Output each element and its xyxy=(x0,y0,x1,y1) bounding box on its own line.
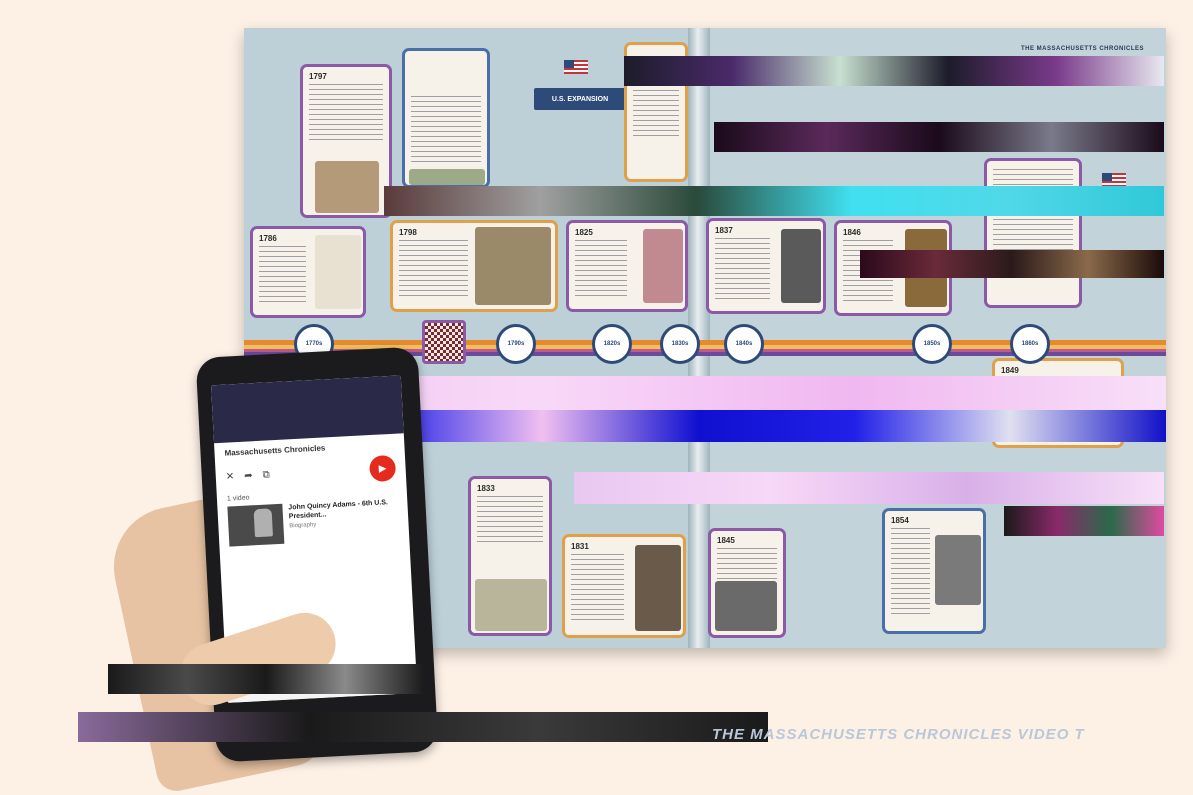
timeline-card xyxy=(984,158,1082,308)
video-list-item[interactable]: John Quincy Adams - 6th U.S. President..… xyxy=(227,498,399,547)
portrait-image xyxy=(315,161,379,213)
timeline-card: 1825 xyxy=(566,220,688,312)
timeline-card: 1854 xyxy=(882,508,986,634)
play-all-button[interactable]: ▶ xyxy=(368,454,397,483)
card-text xyxy=(891,528,930,618)
video-thumbnail[interactable] xyxy=(227,503,285,547)
timeline-node: 1790s xyxy=(496,324,536,364)
card-text xyxy=(715,238,771,300)
card-text xyxy=(259,246,307,304)
section-title: U.S. EXPANSION xyxy=(534,88,626,110)
timeline-card: 1845 xyxy=(708,528,786,638)
timeline-node: 1860s xyxy=(1010,324,1050,364)
landscape-image xyxy=(475,579,547,631)
play-icon: ▶ xyxy=(378,462,387,475)
timeline-card: 1797 xyxy=(300,64,392,218)
glitch-band xyxy=(1004,506,1164,536)
glitch-band xyxy=(714,122,1164,152)
card-text xyxy=(575,240,627,298)
painting-image xyxy=(643,229,683,303)
timeline-node: 1840s xyxy=(724,324,764,364)
portrait-image xyxy=(935,535,981,605)
qr-code-icon xyxy=(422,320,466,364)
timeline-card xyxy=(402,48,490,188)
glitch-band xyxy=(624,56,1164,86)
book-header: THE MASSACHUSETTS CHRONICLES xyxy=(1020,46,1144,52)
portrait-image xyxy=(781,229,821,303)
channel-name: Massachusetts Chronicles xyxy=(224,443,326,458)
timeline-card: 1798 xyxy=(390,220,558,312)
timeline-node: 1820s xyxy=(592,324,632,364)
card-year: 1854 xyxy=(891,516,909,525)
page-caption: THE MASSACHUSETTS CHRONICLES VIDEO T xyxy=(712,726,1085,743)
card-year: 1845 xyxy=(717,536,735,545)
portrait-image xyxy=(715,581,777,631)
card-text xyxy=(399,240,468,298)
video-meta: John Quincy Adams - 6th U.S. President..… xyxy=(288,498,399,544)
card-text xyxy=(477,496,543,546)
landscape-image xyxy=(409,169,485,185)
share-icon[interactable]: ➦ xyxy=(244,470,253,481)
timeline-node: 1830s xyxy=(660,324,700,364)
save-icon[interactable]: ⧉ xyxy=(262,469,270,480)
document-image xyxy=(315,235,361,309)
glitch-band xyxy=(574,472,1164,504)
screen-header-glitch xyxy=(211,375,404,444)
flag-icon xyxy=(564,60,588,74)
glitch-band xyxy=(860,250,1164,278)
card-year: 1849 xyxy=(1001,366,1019,375)
portrait-image xyxy=(635,545,681,631)
timeline-node: 1850s xyxy=(912,324,952,364)
portrait-image xyxy=(253,508,273,538)
card-text xyxy=(571,554,624,624)
flag-icon xyxy=(1102,173,1126,187)
timeline-card: 1831 xyxy=(562,534,686,638)
timeline-card: 1786 xyxy=(250,226,366,318)
smartphone: Massachusetts Chronicles ✕ ➦ ⧉ ▶ 1 video… xyxy=(195,346,439,763)
building-image xyxy=(475,227,551,305)
card-year: 1797 xyxy=(309,72,327,81)
card-text xyxy=(411,96,481,166)
glitch-band xyxy=(384,186,1164,216)
card-year: 1833 xyxy=(477,484,495,493)
shuffle-icon[interactable]: ✕ xyxy=(226,471,235,482)
timeline-card: 1837 xyxy=(706,218,826,314)
glitch-band xyxy=(78,712,768,742)
card-text xyxy=(309,84,383,144)
timeline-card: 1833 xyxy=(468,476,552,636)
card-text xyxy=(633,80,679,140)
playlist-actions: ✕ ➦ ⧉ ▶ xyxy=(225,454,397,490)
glitch-band xyxy=(108,664,424,694)
